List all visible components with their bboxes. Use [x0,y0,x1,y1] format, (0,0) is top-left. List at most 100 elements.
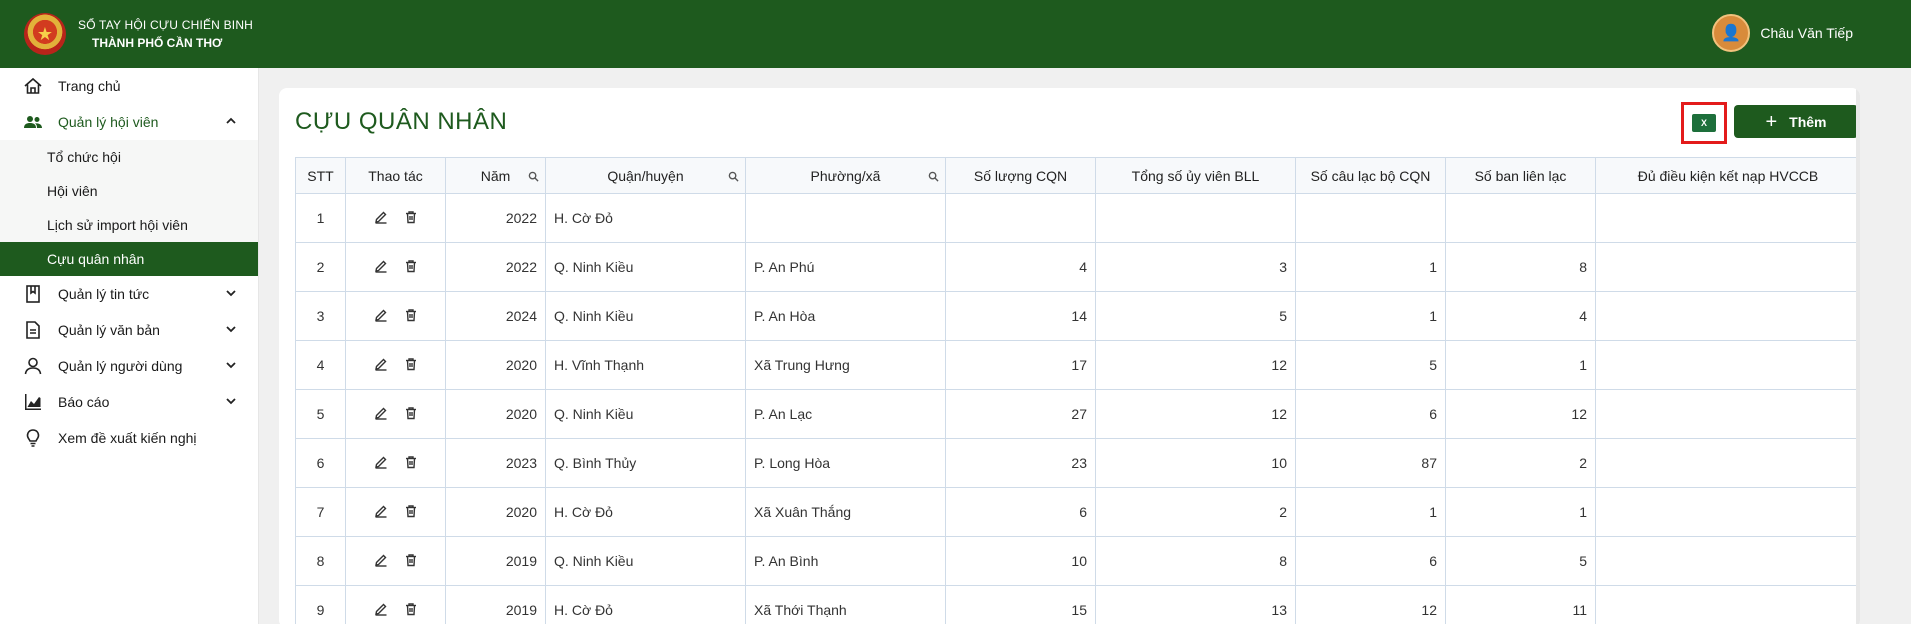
column-header-cqn-count: Số lượng CQN [945,157,1096,194]
user-name[interactable]: Châu Văn Tiếp [1760,25,1853,41]
search-icon[interactable] [728,171,739,182]
cell-bll-members: 12 [1095,389,1296,439]
cell-stt: 9 [295,585,346,624]
user-menu[interactable]: 👤 Châu Văn Tiếp [1712,14,1853,52]
trash-icon[interactable] [404,308,418,322]
table-row[interactable]: 4 2020 H. Vĩnh Thạnh Xã Trung Hưng 17 12 5 1 [295,340,1860,390]
column-header-district[interactable]: Quận/huyện [545,157,746,194]
column-header-year[interactable]: Năm [445,157,546,194]
cell-ward: P. An Lạc [745,389,946,439]
users-icon [22,111,44,133]
cell-clubs: 1 [1295,487,1446,537]
chevron-down-icon [226,326,236,333]
cell-liaison: 4 [1445,291,1596,341]
sidebar-item-suggestions[interactable]: Xem đề xuất kiến nghị [0,420,258,456]
trash-icon[interactable] [404,259,418,273]
cell-ward: P. An Bình [745,536,946,586]
cell-actions [345,487,446,537]
cell-year: 2022 [445,193,546,243]
edit-icon[interactable] [374,210,388,224]
emblem-logo: ★ [24,13,66,55]
cell-liaison: 1 [1445,340,1596,390]
brand-line2: THÀNH PHỐ CẦN THƠ [92,36,223,50]
cell-eligible [1595,193,1860,243]
cell-liaison: 11 [1445,585,1596,624]
edit-icon[interactable] [374,504,388,518]
trash-icon[interactable] [404,406,418,420]
sidebar-item-veterans[interactable]: Cựu quân nhân [0,242,258,276]
sidebar-item-news[interactable]: Quản lý tin tức [0,276,258,312]
column-header-ward[interactable]: Phường/xã [745,157,946,194]
cell-year: 2024 [445,291,546,341]
table-row[interactable]: 8 2019 Q. Ninh Kiều P. An Bình 10 8 6 5 [295,536,1860,586]
cell-stt: 8 [295,536,346,586]
chevron-up-icon [226,117,236,124]
main-panel: CỰU QUÂN NHÂN X + Thêm STT Thao tác Năm … [279,88,1860,624]
cell-year: 2019 [445,585,546,624]
trash-icon[interactable] [404,553,418,567]
sidebar-item-label: Quản lý văn bản [58,322,160,338]
column-header-stt: STT [295,157,346,194]
trash-icon[interactable] [404,357,418,371]
sidebar-item-home[interactable]: Trang chủ [0,68,258,104]
sidebar-item-users[interactable]: Quản lý người dùng [0,348,258,384]
cell-cqn-count: 23 [945,438,1096,488]
sidebar-item-reports[interactable]: Báo cáo [0,384,258,420]
vertical-scrollbar[interactable] [1856,88,1860,624]
trash-icon[interactable] [404,455,418,469]
table-row[interactable]: 1 2022 H. Cờ Đỏ [295,193,1860,243]
cell-eligible [1595,242,1860,292]
cell-year: 2020 [445,487,546,537]
cell-actions [345,340,446,390]
cell-actions [345,585,446,624]
cell-year: 2019 [445,536,546,586]
sidebar-item-label: Quản lý hội viên [58,114,159,130]
chevron-down-icon [226,290,236,297]
search-icon[interactable] [928,171,939,182]
cell-liaison: 8 [1445,242,1596,292]
edit-icon[interactable] [374,406,388,420]
table-row[interactable]: 7 2020 H. Cờ Đỏ Xã Xuân Thắng 6 2 1 1 [295,487,1860,537]
column-header-liaison: Số ban liên lạc [1445,157,1596,194]
trash-icon[interactable] [404,504,418,518]
cell-district: Q. Ninh Kiều [545,291,746,341]
edit-icon[interactable] [374,357,388,371]
cell-district: Q. Ninh Kiều [545,536,746,586]
edit-icon[interactable] [374,553,388,567]
cell-district: H. Cờ Đỏ [545,487,746,537]
table-row[interactable]: 3 2024 Q. Ninh Kiều P. An Hòa 14 5 1 4 [295,291,1860,341]
cell-stt: 7 [295,487,346,537]
table-row[interactable]: 9 2019 H. Cờ Đỏ Xã Thới Thạnh 15 13 12 11 [295,585,1860,624]
table-row[interactable]: 2 2022 Q. Ninh Kiều P. An Phú 4 3 1 8 [295,242,1860,292]
table-row[interactable]: 6 2023 Q. Bình Thủy P. Long Hòa 23 10 87 2 [295,438,1860,488]
cell-actions [345,291,446,341]
edit-icon[interactable] [374,259,388,273]
trash-icon[interactable] [404,602,418,616]
sidebar-item-member-list[interactable]: Hội viên [0,174,258,208]
trash-icon[interactable] [404,210,418,224]
sidebar-item-members[interactable]: Quản lý hội viên [0,104,258,140]
cell-cqn-count: 6 [945,487,1096,537]
avatar[interactable]: 👤 [1712,14,1751,52]
sidebar-item-label: Báo cáo [58,394,110,410]
search-icon[interactable] [528,171,539,182]
column-header-eligible: Đủ điều kiện kết nạp HVCCB [1595,157,1860,194]
edit-icon[interactable] [374,455,388,469]
edit-icon[interactable] [374,602,388,616]
edit-icon[interactable] [374,308,388,322]
column-header-clubs: Số câu lạc bộ CQN [1295,157,1446,194]
page-title: CỰU QUÂN NHÂN [295,108,508,135]
cell-clubs [1295,193,1446,243]
cell-liaison: 5 [1445,536,1596,586]
user-icon [22,355,44,377]
cell-year: 2023 [445,438,546,488]
add-button[interactable]: + Thêm [1734,105,1858,138]
table-row[interactable]: 5 2020 Q. Ninh Kiều P. An Lạc 27 12 6 12 [295,389,1860,439]
sidebar-item-label: Quản lý tin tức [58,286,150,302]
sidebar-item-documents[interactable]: Quản lý văn bản [0,312,258,348]
sidebar-item-organizations[interactable]: Tổ chức hội [0,140,258,174]
sidebar-item-import-history[interactable]: Lịch sử import hội viên [0,208,258,242]
star-icon: ★ [36,24,54,44]
export-excel-button[interactable]: X [1681,102,1727,144]
column-header-bll-members: Tổng số ủy viên BLL [1095,157,1296,194]
